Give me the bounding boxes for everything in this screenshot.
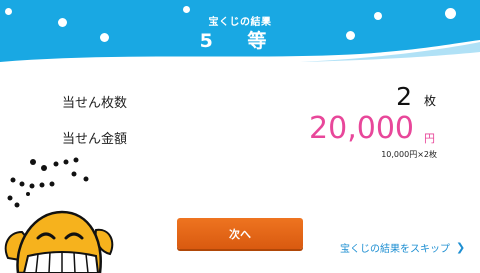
- mascot-character: [4, 157, 114, 273]
- skip-results-link[interactable]: 宝くじの結果をスキップ ❯: [340, 240, 465, 255]
- amount-breakdown: 10,000円×2枚: [381, 150, 437, 159]
- count-value: 2: [396, 82, 412, 111]
- skip-results-label: 宝くじの結果をスキップ: [340, 244, 450, 255]
- count-label: 当せん枚数: [62, 96, 128, 111]
- prize-rank: 5 等: [199, 30, 281, 52]
- chevron-right-icon: ❯: [456, 241, 466, 254]
- amount-label: 当せん金額: [62, 132, 128, 147]
- bubble-decoration: [183, 6, 190, 13]
- next-button[interactable]: 次へ: [177, 218, 303, 249]
- amount-unit: 円: [424, 132, 435, 145]
- amount-value: 20,000: [309, 111, 414, 146]
- count-unit: 枚: [424, 94, 437, 108]
- header-banner: 宝くじの結果 5 等: [0, 0, 480, 70]
